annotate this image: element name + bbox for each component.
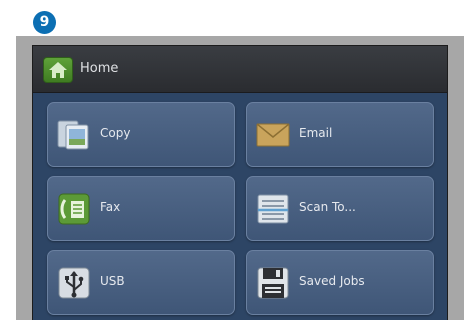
- usb-label: USB: [100, 274, 125, 288]
- copy-label: Copy: [100, 126, 131, 140]
- usb-button[interactable]: USB: [47, 250, 235, 315]
- saved-jobs-icon: [257, 267, 289, 299]
- scan-to-label: Scan To...: [299, 200, 356, 214]
- fax-button[interactable]: Fax: [47, 176, 235, 241]
- scan-to-icon: [257, 194, 289, 224]
- scan-to-button[interactable]: Scan To...: [246, 176, 434, 241]
- title-bar: Home: [33, 46, 447, 93]
- saved-jobs-button[interactable]: Saved Jobs: [246, 250, 434, 315]
- app-grid: Copy Email Fax Scan To... USB Saved Jobs: [33, 93, 447, 320]
- usb-icon: [58, 267, 90, 299]
- fax-icon: [58, 193, 90, 225]
- email-icon: [256, 123, 290, 147]
- house-icon: [49, 62, 67, 78]
- page-title: Home: [80, 61, 119, 76]
- fax-label: Fax: [100, 200, 121, 214]
- touch-screen: Home Copy Email Fax Scan To... USB Saved…: [33, 46, 447, 320]
- copy-button[interactable]: Copy: [47, 102, 235, 167]
- home-icon[interactable]: [43, 57, 73, 83]
- email-button[interactable]: Email: [246, 102, 434, 167]
- copy-icon: [57, 120, 89, 150]
- step-number-badge: 9: [33, 11, 56, 34]
- saved-jobs-label: Saved Jobs: [299, 274, 365, 288]
- email-label: Email: [299, 126, 333, 140]
